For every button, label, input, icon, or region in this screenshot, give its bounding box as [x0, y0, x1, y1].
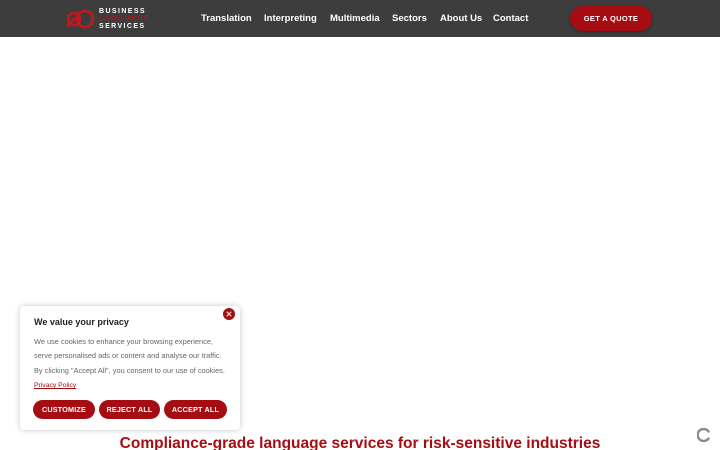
logo-line-3: SERVICES: [99, 22, 146, 30]
logo[interactable]: BUSINESS LANGUAGE SERVICES: [66, 8, 166, 30]
privacy-policy-link[interactable]: Privacy Policy: [34, 382, 76, 389]
customize-button[interactable]: CUSTOMIZE: [33, 400, 95, 419]
close-icon: [226, 311, 232, 317]
bls-logo-icon: [66, 9, 95, 29]
nav-item-translation[interactable]: Translation: [201, 13, 252, 24]
reject-all-button[interactable]: REJECT ALL: [99, 400, 160, 419]
nav-item-multimedia[interactable]: Multimedia: [330, 13, 380, 24]
loading-spinner-icon: [697, 428, 710, 442]
top-navigation-bar: BUSINESS LANGUAGE SERVICES Translation I…: [0, 0, 720, 37]
cookie-close-button[interactable]: [223, 308, 235, 320]
cookie-banner-title: We value your privacy: [34, 317, 129, 327]
nav-item-sectors[interactable]: Sectors: [392, 13, 427, 24]
cookie-banner-body: We use cookies to enhance your browsing …: [34, 337, 225, 375]
cookie-banner-text: We use cookies to enhance your browsing …: [34, 335, 232, 394]
logo-wordmark: BUSINESS LANGUAGE SERVICES: [99, 8, 150, 30]
page-headline: Compliance-grade language services for r…: [119, 435, 601, 450]
logo-line-1: BUSINESS: [99, 8, 146, 15]
nav-item-about-us[interactable]: About Us: [440, 13, 482, 24]
cookie-consent-banner: We value your privacy We use cookies to …: [20, 306, 240, 430]
nav-item-interpreting[interactable]: Interpreting: [264, 13, 317, 24]
accept-all-button[interactable]: ACCEPT ALL: [164, 400, 227, 419]
page: BUSINESS LANGUAGE SERVICES Translation I…: [0, 0, 720, 450]
nav-item-contact[interactable]: Contact: [493, 13, 528, 24]
logo-line-2: LANGUAGE: [99, 15, 151, 23]
get-a-quote-button[interactable]: GET A QUOTE: [570, 6, 652, 31]
